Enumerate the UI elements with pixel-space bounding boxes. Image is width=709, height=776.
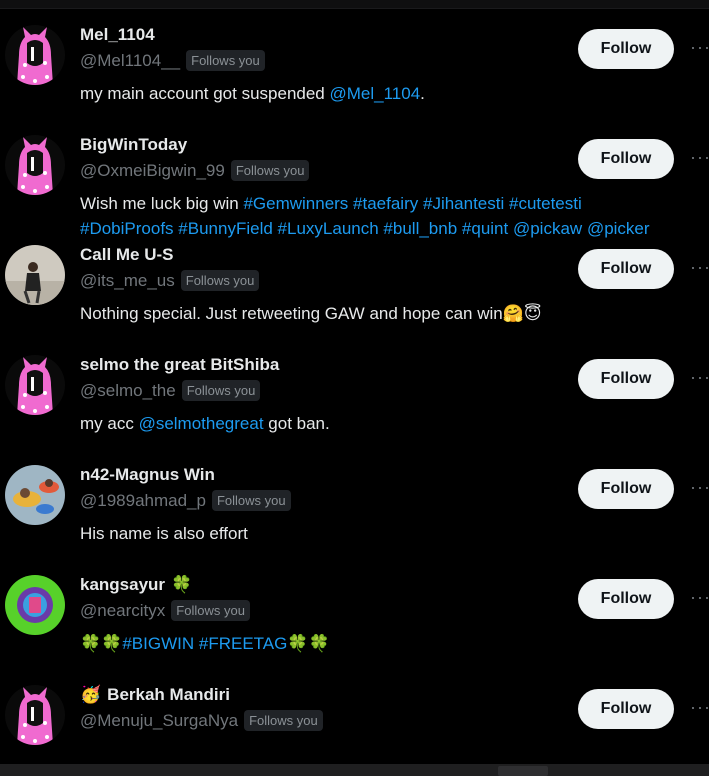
more-options-icon[interactable]: ··· bbox=[690, 37, 709, 57]
bio-link[interactable]: #taefairy bbox=[353, 194, 418, 213]
bio-emoji: 🍀🍀 bbox=[80, 634, 123, 654]
name-line: BigWinToday bbox=[80, 135, 187, 155]
follows-you-badge: Follows you bbox=[171, 600, 250, 621]
user-handle[interactable]: @Mel1104__ bbox=[80, 51, 180, 71]
avatar[interactable] bbox=[5, 355, 65, 415]
name-line: kangsayur 🍀 bbox=[80, 575, 192, 595]
follow-button[interactable]: Follow bbox=[578, 139, 674, 179]
follows-you-badge: Follows you bbox=[244, 710, 323, 731]
bio-text: . bbox=[420, 84, 425, 103]
bio-line: Nothing special. Just retweeting GAW and… bbox=[80, 301, 709, 327]
user-handle[interactable]: @Menuju_SurgaNya bbox=[80, 711, 238, 731]
follow-button[interactable]: Follow bbox=[578, 359, 674, 399]
bio-text: got ban. bbox=[263, 414, 330, 433]
follow-button[interactable]: Follow bbox=[578, 249, 674, 289]
name-emoji: 🍀 bbox=[171, 575, 193, 595]
bio-line: 🍀🍀#BIGWIN #FREETAG🍀🍀 bbox=[80, 631, 709, 657]
follower-list: Mel_1104 @Mel1104__ Follows you my main … bbox=[0, 15, 709, 776]
avatar[interactable] bbox=[5, 135, 65, 195]
horizontal-scrollbar[interactable] bbox=[0, 764, 709, 776]
bio: 🍀🍀#BIGWIN #FREETAG🍀🍀 bbox=[80, 631, 709, 657]
name-line: Mel_1104 bbox=[80, 25, 155, 45]
more-options-icon[interactable]: ··· bbox=[690, 257, 709, 277]
bio-text: my main account got suspended bbox=[80, 84, 330, 103]
handle-line: @its_me_us Follows you bbox=[80, 270, 260, 291]
follows-you-badge: Follows you bbox=[181, 380, 261, 401]
bio-link[interactable]: @selmothegreat bbox=[139, 414, 264, 433]
avatar[interactable] bbox=[5, 25, 65, 85]
follower-row[interactable]: 🥳 Berkah Mandiri @Menuju_SurgaNya Follow… bbox=[0, 675, 709, 776]
display-name[interactable]: Mel_1104 bbox=[80, 25, 155, 45]
bio-emoji: 🤗😇 bbox=[502, 304, 542, 324]
avatar[interactable] bbox=[5, 575, 65, 635]
bio-text: Wish me luck big win bbox=[80, 194, 244, 213]
bio-link[interactable]: #FREETAG bbox=[199, 634, 287, 653]
user-handle[interactable]: @nearcityx bbox=[80, 601, 165, 621]
bio-link[interactable]: #cutetesti bbox=[509, 194, 582, 213]
follows-you-badge: Follows you bbox=[180, 270, 260, 291]
bio-line: my acc @selmothegreat got ban. bbox=[80, 411, 709, 436]
handle-line: @nearcityx Follows you bbox=[80, 600, 250, 621]
bio-line: His name is also effort bbox=[80, 521, 709, 546]
display-name[interactable]: kangsayur bbox=[80, 575, 165, 595]
display-name[interactable]: Call Me U-S bbox=[80, 245, 174, 265]
bio-link[interactable]: @Mel_1104 bbox=[329, 84, 420, 103]
follower-row[interactable]: Call Me U-S @its_me_us Follows you Nothi… bbox=[0, 235, 709, 345]
more-options-icon[interactable]: ··· bbox=[690, 367, 709, 387]
more-options-icon[interactable]: ··· bbox=[690, 477, 709, 497]
avatar[interactable] bbox=[5, 465, 65, 525]
name-line: 🥳 Berkah Mandiri bbox=[80, 685, 230, 705]
more-options-icon[interactable]: ··· bbox=[690, 697, 709, 717]
bio-emoji: 🍀🍀 bbox=[287, 634, 330, 654]
bio-text: Nothing special. Just retweeting GAW and… bbox=[80, 304, 503, 323]
display-name[interactable]: selmo the great BitShiba bbox=[80, 355, 279, 375]
avatar[interactable] bbox=[5, 245, 65, 305]
follow-button[interactable]: Follow bbox=[578, 689, 674, 729]
avatar[interactable] bbox=[5, 685, 65, 745]
user-handle[interactable]: @its_me_us bbox=[80, 271, 175, 291]
user-handle[interactable]: @OxmeiBigwin_99 bbox=[80, 161, 225, 181]
follower-row[interactable]: kangsayur 🍀 @nearcityx Follows you 🍀🍀#BI… bbox=[0, 565, 709, 675]
name-line: selmo the great BitShiba bbox=[80, 355, 279, 375]
name-emoji: 🥳 bbox=[80, 685, 102, 705]
name-line: Call Me U-S bbox=[80, 245, 174, 265]
follows-you-badge: Follows you bbox=[230, 160, 310, 181]
bio: His name is also effort bbox=[80, 521, 709, 546]
display-name[interactable]: Berkah Mandiri bbox=[107, 685, 230, 705]
display-name[interactable]: BigWinToday bbox=[80, 135, 187, 155]
follower-row[interactable]: Mel_1104 @Mel1104__ Follows you my main … bbox=[0, 15, 709, 125]
bio-link[interactable]: #Gemwinners bbox=[243, 194, 348, 213]
bio-line: my main account got suspended @Mel_1104. bbox=[80, 81, 709, 106]
user-handle[interactable]: @1989ahmad_p bbox=[80, 491, 206, 511]
follower-row[interactable]: BigWinToday @OxmeiBigwin_99 Follows you … bbox=[0, 125, 709, 238]
bio: Nothing special. Just retweeting GAW and… bbox=[80, 301, 709, 327]
handle-line: @selmo_the Follows you bbox=[80, 380, 261, 401]
follower-row[interactable]: selmo the great BitShiba @selmo_the Foll… bbox=[0, 345, 709, 455]
display-name[interactable]: n42-Magnus Win bbox=[80, 465, 215, 485]
handle-line: @OxmeiBigwin_99 Follows you bbox=[80, 160, 310, 181]
follows-you-badge: Follows you bbox=[186, 50, 265, 71]
bio: my main account got suspended @Mel_1104. bbox=[80, 81, 709, 106]
bio: Wish me luck big win #Gemwinners #taefai… bbox=[80, 191, 709, 241]
follow-button[interactable]: Follow bbox=[578, 29, 674, 69]
more-options-icon[interactable]: ··· bbox=[690, 587, 709, 607]
scrollbar-thumb[interactable] bbox=[498, 766, 548, 776]
bio-link[interactable]: #BIGWIN bbox=[122, 634, 194, 653]
user-handle[interactable]: @selmo_the bbox=[80, 381, 176, 401]
bio-text: His name is also effort bbox=[80, 524, 248, 543]
name-line: n42-Magnus Win bbox=[80, 465, 215, 485]
follow-button[interactable]: Follow bbox=[578, 469, 674, 509]
follow-button[interactable]: Follow bbox=[578, 579, 674, 619]
bio-line: Wish me luck big win #Gemwinners #taefai… bbox=[80, 191, 709, 216]
bio-link[interactable]: #Jihantesti bbox=[423, 194, 504, 213]
handle-line: @1989ahmad_p Follows you bbox=[80, 490, 291, 511]
top-bar bbox=[0, 0, 709, 9]
bio: my acc @selmothegreat got ban. bbox=[80, 411, 709, 436]
handle-line: @Mel1104__ Follows you bbox=[80, 50, 265, 71]
handle-line: @Menuju_SurgaNya Follows you bbox=[80, 710, 323, 731]
more-options-icon[interactable]: ··· bbox=[690, 147, 709, 167]
follows-you-badge: Follows you bbox=[211, 490, 291, 511]
bio-text: my acc bbox=[80, 414, 139, 433]
follower-row[interactable]: n42-Magnus Win @1989ahmad_p Follows you … bbox=[0, 455, 709, 565]
